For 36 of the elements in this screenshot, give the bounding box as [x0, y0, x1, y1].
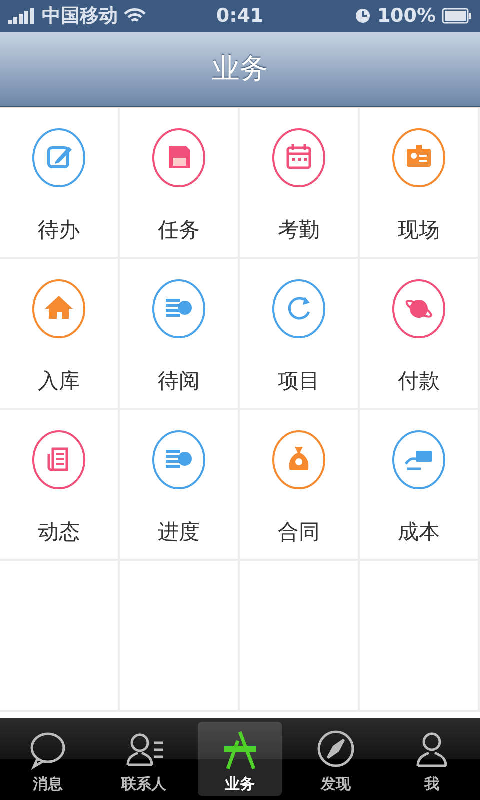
grid-label[interactable]: 入库 — [38, 367, 80, 395]
refresh-icon[interactable] — [272, 279, 326, 339]
grid-label[interactable]: 合同 — [278, 518, 320, 546]
tab[interactable]: 发现 — [294, 722, 378, 796]
clock-icon — [355, 8, 372, 24]
grid-label[interactable]: 项目 — [278, 367, 320, 395]
house-icon[interactable] — [32, 279, 86, 339]
wifi-icon — [124, 8, 146, 24]
grid-label[interactable]: 待办 — [38, 216, 80, 244]
clock-time: 0:41 — [216, 5, 264, 27]
tab[interactable]: 消息 — [6, 722, 90, 796]
grid-label[interactable]: 付款 — [398, 367, 440, 395]
id-card-icon[interactable] — [392, 128, 446, 188]
floppy-disk-icon[interactable] — [152, 128, 206, 188]
calendar-icon[interactable] — [272, 128, 326, 188]
money-bag-icon[interactable] — [272, 430, 326, 490]
tab[interactable]: 业务 — [198, 722, 282, 796]
coin-stack-icon[interactable] — [152, 430, 206, 490]
signal-icon — [8, 8, 36, 24]
battery-icon — [442, 8, 472, 24]
grid-label[interactable]: 现场 — [398, 216, 440, 244]
battery-percent: 100% — [377, 5, 436, 27]
edit-icon[interactable] — [32, 128, 86, 188]
document-icon[interactable] — [32, 430, 86, 490]
grid-label[interactable]: 待阅 — [158, 367, 200, 395]
carrier-name: 中国移动 — [42, 4, 118, 29]
grid-label[interactable]: 进度 — [158, 518, 200, 546]
grid-label[interactable]: 动态 — [38, 518, 80, 546]
tab[interactable]: 我 — [390, 722, 474, 796]
planet-icon[interactable] — [392, 279, 446, 339]
tab[interactable]: 联系人 — [102, 722, 186, 796]
coin-stack-icon[interactable] — [152, 279, 206, 339]
grid-label[interactable]: 考勤 — [278, 216, 320, 244]
grid-label[interactable]: 成本 — [398, 518, 440, 546]
grid-label[interactable]: 任务 — [158, 216, 200, 244]
page-title: 业务 — [212, 51, 268, 87]
